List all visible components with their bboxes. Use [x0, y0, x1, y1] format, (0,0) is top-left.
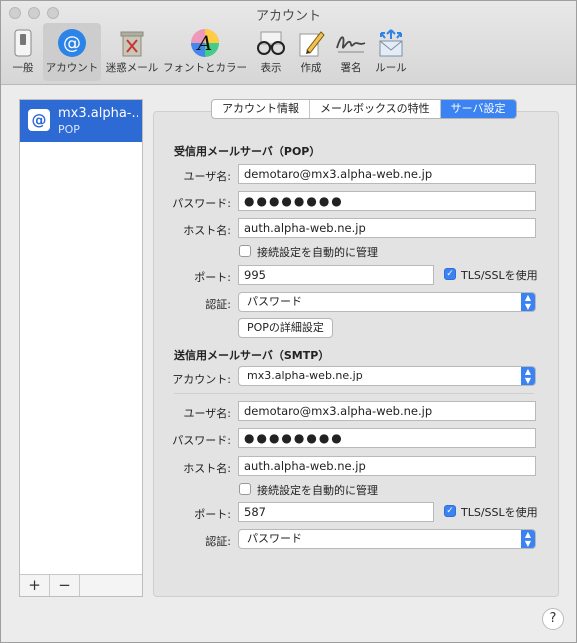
toolbar: アカウント 一般 @ アカウント 迷惑メール A フォントとカラー 表示 作成 …	[1, 1, 576, 85]
outgoing-auth-select[interactable]: パスワード ▲ ▼	[238, 529, 536, 549]
incoming-port-label: ポート:	[194, 271, 231, 284]
account-list-toolbar: + −	[20, 574, 142, 596]
settings-tabs: アカウント情報 メールボックスの特性 サーバ設定	[211, 99, 517, 119]
outgoing-tls-label: TLS/SSLを使用	[461, 506, 538, 519]
remove-account-button[interactable]: −	[50, 575, 80, 596]
tab-account-info[interactable]: アカウント情報	[212, 100, 310, 118]
incoming-host-field[interactable]: auth.alpha-web.ne.jp	[238, 218, 536, 238]
section-divider	[174, 393, 534, 394]
account-list-item[interactable]: @ mx3.alpha-... POP	[20, 100, 142, 142]
outgoing-username-field[interactable]: demotaro@mx3.alpha-web.ne.jp	[238, 401, 536, 421]
preferences-window: アカウント 一般 @ アカウント 迷惑メール A フォントとカラー 表示 作成 …	[0, 0, 577, 643]
add-account-button[interactable]: +	[20, 575, 50, 596]
incoming-server-title: 受信用メールサーバ（POP）	[174, 145, 321, 158]
account-type: POP	[58, 123, 80, 136]
outgoing-port-label: ポート:	[194, 508, 231, 521]
outgoing-tls-checkbox[interactable]: ✓	[444, 505, 456, 517]
incoming-host-label: ホスト名:	[183, 224, 231, 237]
at-sign-icon: @	[28, 109, 50, 131]
outgoing-auth-label: 認証:	[205, 535, 231, 548]
switch-icon	[7, 27, 39, 59]
outgoing-server-title: 送信用メールサーバ（SMTP）	[174, 349, 330, 362]
toolbar-composing[interactable]: 作成	[293, 23, 329, 81]
toolbar-signatures[interactable]: 署名	[331, 23, 371, 81]
incoming-password-field[interactable]: ●●●●●●●●	[238, 191, 536, 211]
outgoing-account-value: mx3.alpha-web.ne.jp	[247, 369, 363, 382]
outgoing-username-label: ユーザ名:	[183, 407, 232, 420]
tab-mailbox-behaviors[interactable]: メールボックスの特性	[310, 100, 441, 118]
help-button[interactable]: ?	[542, 608, 564, 630]
incoming-auth-value: パスワード	[247, 295, 302, 308]
incoming-password-label: パスワード:	[172, 197, 231, 210]
trash-icon	[116, 27, 148, 59]
incoming-auth-select[interactable]: パスワード ▲ ▼	[238, 292, 536, 312]
glasses-icon	[255, 27, 287, 59]
window-title: アカウント	[255, 9, 321, 24]
toolbar-fonts-colors[interactable]: A フォントとカラー	[161, 23, 249, 81]
chevron-updown-icon: ▲ ▼	[521, 367, 535, 385]
font-color-icon: A	[189, 27, 221, 59]
pencil-paper-icon	[295, 27, 327, 59]
envelope-arrows-icon	[375, 27, 407, 59]
outgoing-port-field[interactable]: 587	[238, 502, 434, 522]
incoming-port-field[interactable]: 995	[238, 265, 434, 285]
outgoing-password-field[interactable]: ●●●●●●●●	[238, 428, 536, 448]
incoming-tls-label: TLS/SSLを使用	[461, 269, 538, 282]
incoming-username-label: ユーザ名:	[183, 170, 232, 183]
outgoing-auto-manage-checkbox[interactable]	[239, 483, 251, 495]
incoming-tls-checkbox[interactable]: ✓	[444, 268, 456, 280]
account-list: @ mx3.alpha-... POP + −	[19, 99, 143, 597]
outgoing-host-field[interactable]: auth.alpha-web.ne.jp	[238, 456, 536, 476]
at-sign-icon: @	[56, 27, 88, 59]
outgoing-auth-value: パスワード	[247, 532, 302, 545]
incoming-auth-label: 認証:	[205, 298, 231, 311]
incoming-auto-manage-checkbox[interactable]	[239, 245, 251, 257]
toolbar-viewing[interactable]: 表示	[251, 23, 291, 81]
account-name: mx3.alpha-...	[58, 106, 138, 121]
outgoing-password-label: パスワード:	[172, 434, 231, 447]
outgoing-account-label: アカウント:	[172, 373, 231, 386]
toolbar-general[interactable]: 一般	[5, 23, 41, 81]
toolbar-junk-mail[interactable]: 迷惑メール	[103, 23, 161, 81]
toolbar-rules[interactable]: ルール	[371, 23, 411, 81]
pop-advanced-button[interactable]: POPの詳細設定	[238, 318, 333, 338]
outgoing-host-label: ホスト名:	[183, 462, 231, 475]
incoming-auto-manage-label: 接続設定を自動的に管理	[257, 246, 378, 259]
svg-text:A: A	[196, 31, 212, 55]
chevron-updown-icon: ▲ ▼	[521, 530, 535, 548]
tab-server-settings[interactable]: サーバ設定	[440, 100, 516, 118]
outgoing-auto-manage-label: 接続設定を自動的に管理	[257, 484, 378, 497]
svg-text:@: @	[63, 33, 81, 54]
outgoing-account-select[interactable]: mx3.alpha-web.ne.jp ▲ ▼	[238, 366, 536, 386]
incoming-username-field[interactable]: demotaro@mx3.alpha-web.ne.jp	[238, 164, 536, 184]
signature-icon	[335, 27, 367, 59]
chevron-updown-icon: ▲ ▼	[521, 293, 535, 311]
toolbar-accounts[interactable]: @ アカウント	[43, 23, 101, 81]
